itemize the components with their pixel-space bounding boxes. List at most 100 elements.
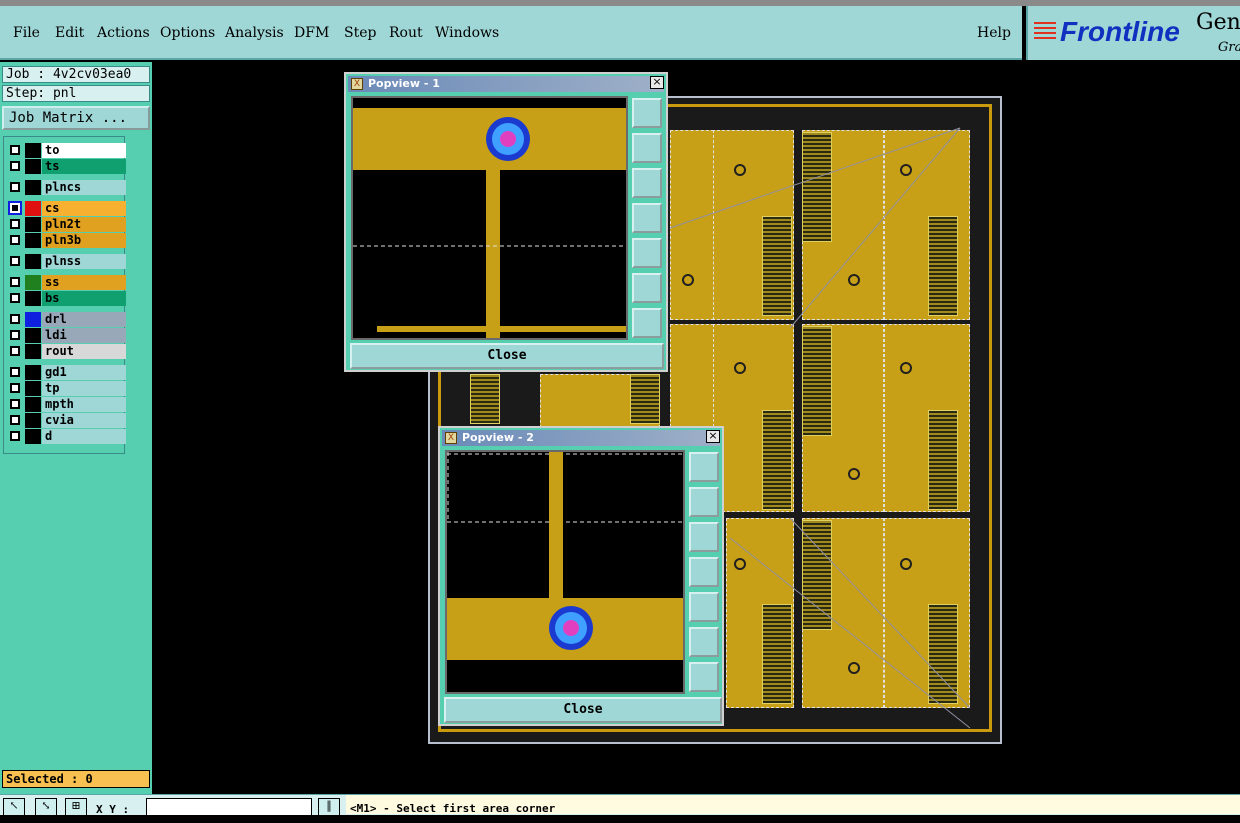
zoom-in-button[interactable] [689,452,719,482]
layer-row-gd1[interactable]: gd1 [8,365,126,380]
menu-step[interactable]: Step [344,25,376,41]
layer-row-plncs[interactable]: plncs [8,180,126,195]
pan-up-button[interactable] [632,133,662,163]
layer-color-swatch[interactable] [25,275,41,290]
pan-right-button[interactable] [689,592,719,622]
zoom-home-button[interactable] [689,662,719,692]
layer-checkbox[interactable] [10,256,20,266]
menu-dfm[interactable]: DFM [294,25,329,41]
layer-row-rout[interactable]: rout [8,344,126,359]
layer-checkbox[interactable] [10,399,20,409]
zoom-fit-button[interactable] [632,273,662,303]
layer-name[interactable]: tp [42,381,126,396]
layer-name[interactable]: plnss [42,254,126,269]
layer-checkbox[interactable] [10,330,20,340]
layer-row-pln3b[interactable]: pln3b [8,233,126,248]
xy-input[interactable] [146,798,312,816]
layer-color-swatch[interactable] [25,365,41,380]
measure-tool-icon[interactable]: ⤡ [35,798,57,816]
layer-row-drl[interactable]: drl [8,312,126,327]
layer-row-ldi[interactable]: ldi [8,328,126,343]
layer-checkbox[interactable] [10,346,20,356]
layer-name[interactable]: pln2t [42,217,126,232]
layer-color-swatch[interactable] [25,159,41,174]
zoom-fit-button[interactable] [689,627,719,657]
popview-1-titlebar[interactable]: X Popview - 1 [348,76,664,92]
layer-color-swatch[interactable] [25,217,41,232]
layer-row-plnss[interactable]: plnss [8,254,126,269]
layer-checkbox[interactable] [10,161,20,171]
menu-file[interactable]: File [13,25,40,41]
menu-analysis[interactable]: Analysis [225,25,284,41]
layer-color-swatch[interactable] [25,344,41,359]
layer-color-swatch[interactable] [25,143,41,158]
layer-checkbox[interactable] [10,145,20,155]
layer-row-to[interactable]: to [8,143,126,158]
popview-2-canvas[interactable] [445,450,685,694]
job-matrix-button[interactable]: Job Matrix ... [2,106,150,130]
menu-rout[interactable]: Rout [389,25,423,41]
zoom-home-button[interactable] [632,308,662,338]
layer-checkbox[interactable] [10,277,20,287]
menu-options[interactable]: Options [160,25,215,41]
layer-color-swatch[interactable] [25,381,41,396]
layer-name[interactable]: bs [42,291,126,306]
pan-right-button[interactable] [632,238,662,268]
zoom-in-button[interactable] [632,98,662,128]
layer-name[interactable]: to [42,143,126,158]
layer-name[interactable]: ts [42,159,126,174]
layer-row-pln2t[interactable]: pln2t [8,217,126,232]
pan-up-button[interactable] [689,487,719,517]
layer-row-cvia[interactable]: cvia [8,413,126,428]
layer-row-tp[interactable]: tp [8,381,126,396]
menu-windows[interactable]: Windows [435,25,499,41]
popview-1-canvas[interactable] [351,96,628,340]
layer-color-swatch[interactable] [25,180,41,195]
layer-row-bs[interactable]: bs [8,291,126,306]
layer-name[interactable]: mpth [42,397,126,412]
menu-edit[interactable]: Edit [55,25,84,41]
layer-checkbox[interactable] [8,201,22,215]
layer-color-swatch[interactable] [25,312,41,327]
layer-name[interactable]: gd1 [42,365,126,380]
layer-checkbox[interactable] [10,293,20,303]
layer-name[interactable]: cs [42,201,126,216]
layer-color-swatch[interactable] [25,397,41,412]
layer-checkbox[interactable] [10,219,20,229]
popview-2-titlebar[interactable]: X Popview - 2 [442,430,720,446]
layer-name[interactable]: cvia [42,413,126,428]
layer-checkbox[interactable] [10,383,20,393]
layer-row-cs[interactable]: cs [8,201,126,216]
layer-row-ss[interactable]: ss [8,275,126,290]
select-tool-icon[interactable]: ↖ [3,798,25,816]
layer-name[interactable]: plncs [42,180,126,195]
window-menu-icon[interactable]: X [445,432,457,444]
layer-name[interactable]: ss [42,275,126,290]
layer-row-d[interactable]: d [8,429,126,444]
layer-color-swatch[interactable] [25,413,41,428]
snap-tool-icon[interactable]: ⊞ [65,798,87,816]
layer-checkbox[interactable] [10,431,20,441]
menu-help[interactable]: Help [977,25,1011,41]
window-menu-icon[interactable]: X [351,78,363,90]
layer-color-swatch[interactable] [25,201,41,216]
layer-row-ts[interactable]: ts [8,159,126,174]
layer-name[interactable]: d [42,429,126,444]
pan-down-button[interactable] [632,168,662,198]
pan-down-button[interactable] [689,522,719,552]
pause-icon[interactable]: ‖ [318,798,340,816]
layer-color-swatch[interactable] [25,291,41,306]
layer-color-swatch[interactable] [25,328,41,343]
layer-color-swatch[interactable] [25,233,41,248]
layer-name[interactable]: rout [42,344,126,359]
layer-checkbox[interactable] [10,415,20,425]
layer-name[interactable]: ldi [42,328,126,343]
popview-2-close-icon[interactable]: × [706,430,720,443]
layer-checkbox[interactable] [10,314,20,324]
layer-name[interactable]: pln3b [42,233,126,248]
popview-1-close-button[interactable]: Close [350,343,664,369]
layer-checkbox[interactable] [10,235,20,245]
menu-actions[interactable]: Actions [97,25,150,41]
layer-name[interactable]: drl [42,312,126,327]
pan-left-button[interactable] [632,203,662,233]
